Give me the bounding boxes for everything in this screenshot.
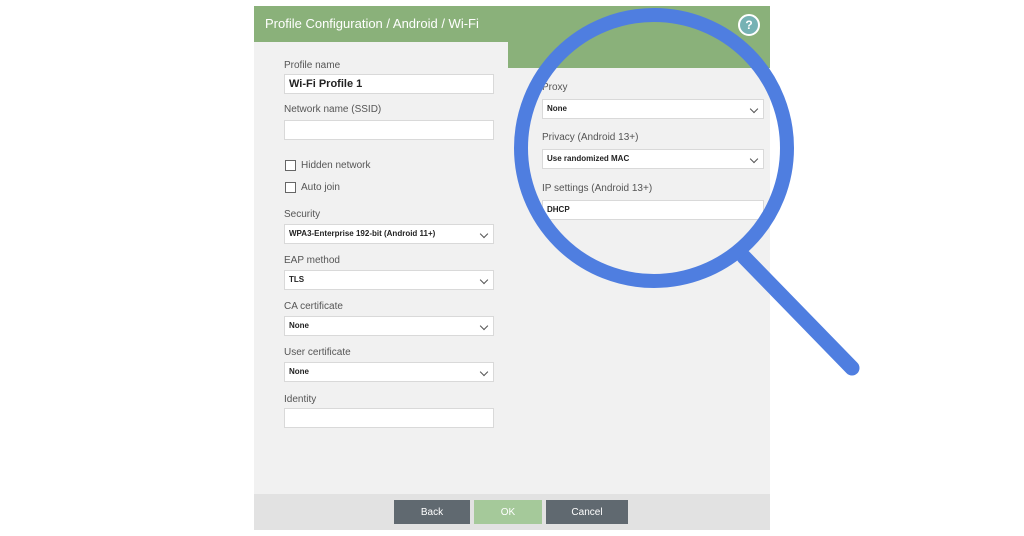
identity-label: Identity	[284, 394, 317, 405]
breadcrumb: Profile Configuration / Android / Wi-Fi	[265, 16, 479, 31]
ca-certificate-select[interactable]: None	[284, 316, 494, 336]
privacy-value: Use randomized MAC	[547, 154, 630, 163]
ip-settings-label: IP settings (Android 13+)	[542, 183, 653, 194]
eap-method-value: TLS	[289, 275, 305, 284]
hidden-network-label: Hidden network	[301, 160, 371, 171]
identity-input[interactable]	[284, 408, 494, 428]
profile-name-input[interactable]: Wi-Fi Profile 1	[284, 74, 494, 94]
user-certificate-value: None	[289, 367, 309, 376]
security-label: Security	[284, 209, 321, 220]
chevron-down-icon	[749, 154, 759, 164]
back-button[interactable]: Back	[394, 500, 470, 524]
chevron-down-icon	[479, 367, 489, 377]
user-certificate-label: User certificate	[284, 347, 351, 358]
auto-join-checkbox[interactable]	[285, 182, 296, 193]
dialog-footer: Back OK Cancel	[254, 494, 770, 530]
title-bar-extension	[508, 42, 770, 68]
cancel-button[interactable]: Cancel	[546, 500, 628, 524]
eap-method-label: EAP method	[284, 255, 340, 266]
help-icon[interactable]: ?	[738, 14, 760, 36]
proxy-label: Proxy	[542, 82, 568, 93]
ca-certificate-value: None	[289, 321, 309, 330]
ca-certificate-label: CA certificate	[284, 301, 343, 312]
chevron-down-icon	[479, 229, 489, 239]
ok-button[interactable]: OK	[474, 500, 542, 524]
profile-name-label: Profile name	[284, 60, 341, 71]
title-bar: Profile Configuration / Android / Wi-Fi …	[254, 6, 770, 42]
proxy-select[interactable]: None	[542, 99, 764, 119]
privacy-select[interactable]: Use randomized MAC	[542, 149, 764, 169]
chevron-down-icon	[749, 104, 759, 114]
security-value: WPA3-Enterprise 192-bit (Android 11+)	[289, 229, 436, 238]
privacy-label: Privacy (Android 13+)	[542, 132, 639, 143]
auto-join-label: Auto join	[301, 182, 340, 193]
proxy-value: None	[547, 104, 567, 113]
hidden-network-checkbox[interactable]	[285, 160, 296, 171]
chevron-down-icon	[479, 275, 489, 285]
eap-method-select[interactable]: TLS	[284, 270, 494, 290]
ssid-input[interactable]	[284, 120, 494, 140]
chevron-down-icon	[479, 321, 489, 331]
profile-configuration-dialog: Profile Configuration / Android / Wi-Fi …	[254, 6, 770, 530]
user-certificate-select[interactable]: None	[284, 362, 494, 382]
ssid-label: Network name (SSID)	[284, 104, 382, 115]
ip-settings-input[interactable]: DHCP	[542, 200, 764, 220]
security-select[interactable]: WPA3-Enterprise 192-bit (Android 11+)	[284, 224, 494, 244]
